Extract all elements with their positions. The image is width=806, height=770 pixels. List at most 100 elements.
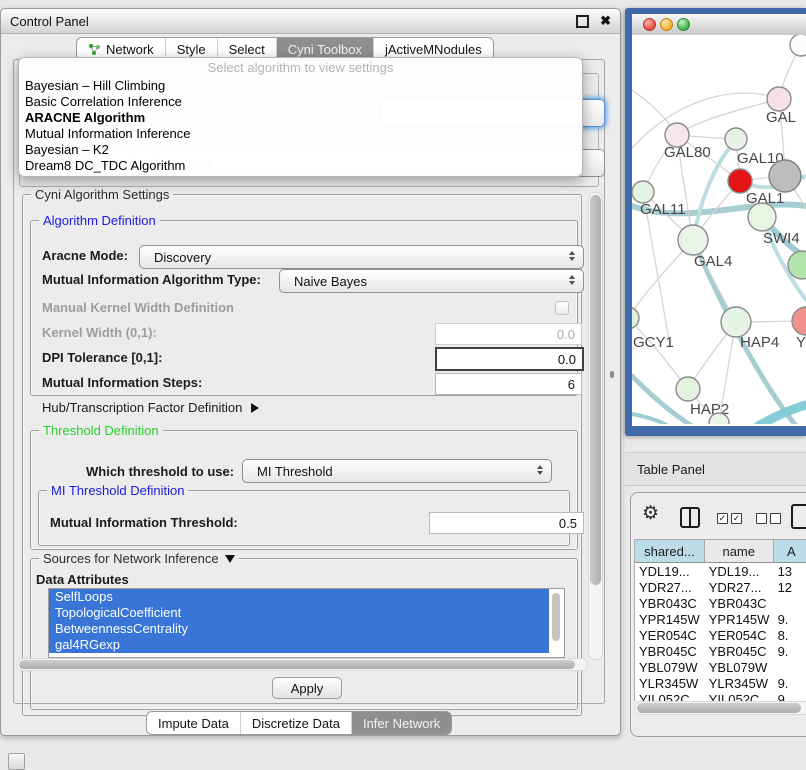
network-node-gcy1[interactable]: [632, 307, 639, 329]
network-node-gal10[interactable]: [725, 128, 747, 150]
table-cell: YER054C: [635, 627, 705, 643]
dpi-tolerance-field[interactable]: 0.0: [435, 347, 584, 371]
gear-icon[interactable]: ⚙: [642, 504, 659, 523]
close-icon[interactable]: ✖: [600, 13, 611, 29]
chevron-updown-icon: [569, 275, 575, 285]
apply-label: Apply: [291, 681, 324, 696]
column-header-name[interactable]: name: [705, 540, 774, 562]
aracne-mode-value: Discovery: [154, 250, 211, 265]
which-threshold-select[interactable]: MI Threshold: [242, 459, 552, 483]
mi-algorithm-type-select[interactable]: Naive Bayes: [279, 269, 584, 293]
algorithm-dropdown-list: Select algorithm to view settings Bayesi…: [18, 57, 583, 177]
mi-type-label: Mutual Information Algorithm Type:: [42, 272, 261, 287]
group-title: Algorithm Definition: [39, 213, 160, 228]
manual-kernel-checkbox[interactable]: [555, 301, 569, 315]
list-scrollbar[interactable]: [551, 591, 561, 653]
network-node[interactable]: [790, 35, 806, 56]
network-node-gal11[interactable]: [632, 181, 654, 203]
column-header-A[interactable]: A: [774, 540, 806, 562]
manual-kernel-label: Manual Kernel Width Definition: [42, 300, 234, 315]
network-node-swi4[interactable]: [748, 203, 776, 231]
table-horizontal-scrollbar[interactable]: [634, 701, 806, 715]
network-node-y[interactable]: [792, 307, 806, 335]
kernel-width-field[interactable]: 0.0: [435, 323, 582, 345]
tab-impute-data[interactable]: Impute Data: [147, 712, 240, 734]
aracne-mode-select[interactable]: Discovery: [139, 245, 584, 269]
close-traffic-light-icon[interactable]: [643, 18, 656, 31]
sources-toggle[interactable]: Sources for Network Inference: [39, 551, 239, 566]
sources-title: Sources for Network Inference: [43, 551, 219, 566]
attribute-list-item[interactable]: BetweennessCentrality: [49, 621, 549, 637]
table-row[interactable]: YBL079WYBL079W: [635, 659, 806, 675]
network-node-gal[interactable]: [767, 87, 791, 111]
select-all-columns-button[interactable]: ✓ ✓: [717, 513, 742, 524]
table-cell: 9.: [774, 675, 806, 691]
node-label: HAP4: [740, 334, 779, 351]
algorithm-option[interactable]: ARACNE Algorithm: [19, 110, 582, 126]
aracne-mode-label: Aracne Mode:: [42, 248, 128, 263]
table-row[interactable]: YDL19...YDL19...13: [635, 563, 806, 579]
tab-label: jActiveMNodules: [385, 42, 482, 57]
algorithm-option[interactable]: Basic Correlation Inference: [19, 94, 582, 110]
algorithm-option[interactable]: Dream8 DC_TDC Algorithm: [19, 158, 582, 174]
tab-infer-network[interactable]: Infer Network: [351, 712, 451, 734]
table-cell: [774, 595, 806, 611]
network-edge[interactable]: [632, 414, 668, 424]
tab-discretize-data[interactable]: Discretize Data: [240, 712, 351, 734]
hub-definition-toggle[interactable]: Hub/Transcription Factor Definition: [42, 400, 259, 415]
table-row[interactable]: YDR27...YDR27...12: [635, 579, 806, 595]
deselect-all-columns-button[interactable]: [756, 513, 781, 524]
table-cell: YDL19...: [635, 563, 705, 579]
node-table[interactable]: shared...nameA YDL19...YDL19...13YDR27..…: [634, 539, 806, 701]
mi-type-value: Naive Bayes: [294, 274, 367, 289]
table-cell: YPR145W: [635, 611, 705, 627]
table-cell: 9.: [774, 643, 806, 659]
horizontal-scrollbar[interactable]: [16, 658, 588, 671]
dpi-tolerance-label: DPI Tolerance [0,1]:: [42, 350, 162, 365]
float-window-icon[interactable]: [576, 15, 589, 28]
tab-label: Infer Network: [363, 716, 440, 731]
dropdown-placeholder: Select algorithm to view settings: [19, 58, 582, 78]
table-cell: 9: [774, 691, 806, 701]
network-edge[interactable]: [632, 318, 688, 389]
document-icon[interactable]: [791, 504, 806, 529]
table-cell: YER054C: [705, 627, 774, 643]
split-pane-handle[interactable]: [610, 371, 614, 378]
minimize-traffic-light-icon[interactable]: [660, 18, 673, 31]
attribute-list-item[interactable]: SelfLoops: [49, 589, 549, 605]
column-header-shared[interactable]: shared...: [635, 540, 705, 562]
checkbox-unchecked-icon: [770, 513, 781, 524]
mi-threshold-field[interactable]: 0.5: [429, 512, 584, 534]
node-label: GAL4: [694, 253, 732, 270]
table-row[interactable]: YBR045CYBR045C9.: [635, 643, 806, 659]
mi-steps-field[interactable]: 6: [435, 373, 582, 395]
table-cell: YBR043C: [635, 595, 705, 611]
columns-icon[interactable]: [680, 507, 700, 528]
table-row[interactable]: YPR145WYPR145W9.: [635, 611, 806, 627]
network-node[interactable]: [769, 160, 801, 192]
attribute-list-item[interactable]: TopologicalCoefficient: [49, 605, 549, 621]
zoom-traffic-light-icon[interactable]: [677, 18, 690, 31]
table-row[interactable]: YLR345WYLR345W9.: [635, 675, 806, 691]
panel-title: Control Panel: [10, 14, 576, 29]
network-window-titlebar[interactable]: [632, 14, 806, 36]
table-row[interactable]: YIL052CYIL052C9: [635, 691, 806, 701]
network-node-gal4[interactable]: [678, 225, 708, 255]
data-attributes-list[interactable]: SelfLoopsTopologicalCoefficientBetweenne…: [48, 588, 565, 658]
tab-label: Style: [177, 42, 206, 57]
network-node-hap2[interactable]: [676, 377, 700, 401]
table-cell: 12: [774, 579, 806, 595]
network-node-hap4[interactable]: [721, 307, 751, 337]
vertical-scrollbar[interactable]: [588, 192, 603, 660]
algorithm-option[interactable]: Bayesian – K2: [19, 142, 582, 158]
algorithm-option[interactable]: Mutual Information Inference: [19, 126, 582, 142]
algorithm-option[interactable]: Bayesian – Hill Climbing: [19, 78, 582, 94]
attribute-list-item[interactable]: gal4RGexp: [49, 637, 549, 653]
table-row[interactable]: YBR043CYBR043C: [635, 595, 806, 611]
apply-button[interactable]: Apply: [272, 677, 342, 699]
table-body: YDL19...YDL19...13YDR27...YDR27...12YBR0…: [635, 563, 806, 701]
node-label: SWI4: [763, 230, 800, 247]
table-row[interactable]: YER054CYER054C8.: [635, 627, 806, 643]
network-canvas[interactable]: GALGAL80GAL10GAL1GAL11SWI4GAL4GCY1HAP4YH…: [632, 35, 806, 426]
table-cell: YIL052C: [635, 691, 705, 701]
